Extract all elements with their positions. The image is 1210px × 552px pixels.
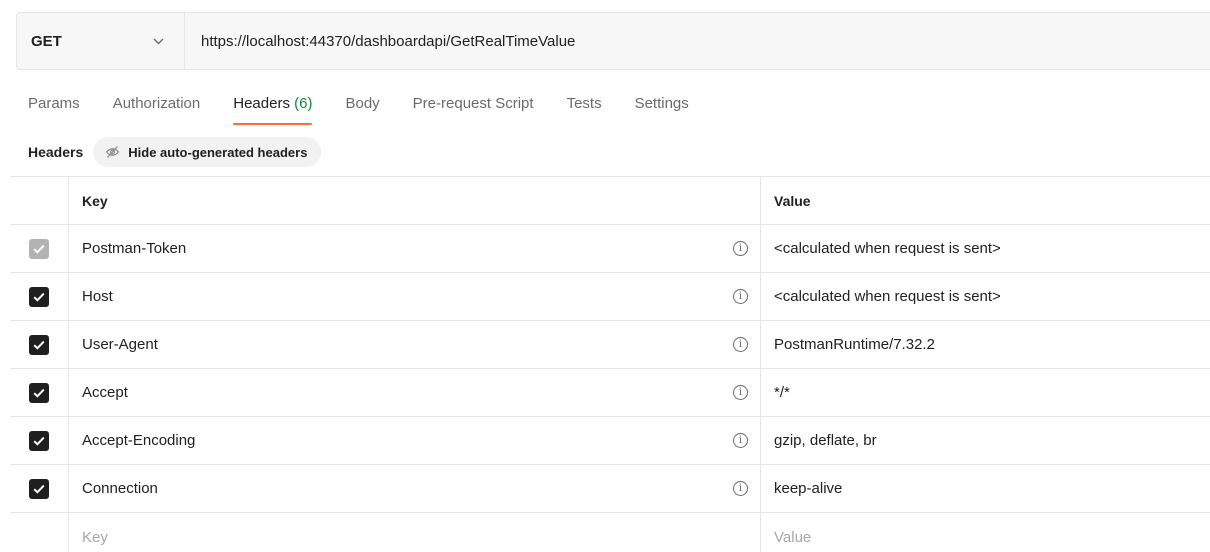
header-key-cell[interactable]: Connection i <box>69 465 761 512</box>
row-checkbox-cell <box>10 369 69 416</box>
checkbox[interactable] <box>29 286 49 307</box>
tab-tests[interactable]: Tests <box>567 92 602 128</box>
info-icon[interactable]: i <box>733 481 748 496</box>
tab-settings[interactable]: Settings <box>635 92 689 128</box>
tab-label: Headers <box>233 95 290 112</box>
hide-button-label: Hide auto-generated headers <box>128 144 308 160</box>
header-key: Accept-Encoding <box>82 432 196 449</box>
info-icon[interactable]: i <box>733 289 748 304</box>
header-value: <calculated when request is sent> <box>774 240 1001 257</box>
header-value-cell[interactable]: <calculated when request is sent> <box>761 225 1210 272</box>
request-url-bar: GET https://localhost:44370/dashboardapi… <box>16 12 1210 70</box>
header-value-cell[interactable]: gzip, deflate, br <box>761 417 1210 464</box>
tab-authorization[interactable]: Authorization <box>113 92 201 128</box>
headers-subheader: Headers Hide auto-generated headers <box>28 137 322 167</box>
table-row: Accept i */* <box>10 369 1210 417</box>
row-checkbox-cell <box>10 273 69 320</box>
chevron-down-icon <box>153 38 164 45</box>
checkbox[interactable] <box>29 478 49 499</box>
value-column-header: Value <box>774 192 811 209</box>
checkbox[interactable] <box>29 430 49 451</box>
table-row: Connection i keep-alive <box>10 465 1210 513</box>
header-key: Accept <box>82 384 128 401</box>
checkbox-disabled <box>29 238 49 259</box>
table-row: Host i <calculated when request is sent> <box>10 273 1210 321</box>
request-tabs: Params Authorization Headers (6) Body Pr… <box>28 92 722 128</box>
tab-label: Authorization <box>112 95 201 112</box>
header-value-cell[interactable]: keep-alive <box>761 465 1210 512</box>
header-value: */* <box>774 384 790 401</box>
new-key-input[interactable]: Key <box>69 513 761 552</box>
table-row: Accept-Encoding i gzip, deflate, br <box>10 417 1210 465</box>
tab-label: Pre-request Script <box>412 95 534 112</box>
checkbox[interactable] <box>29 382 49 403</box>
checkbox[interactable] <box>29 334 49 355</box>
tab-count-badge: (6) <box>294 95 313 112</box>
row-checkbox-cell <box>10 225 69 272</box>
eye-off-icon <box>105 146 120 158</box>
tab-label: Body <box>345 95 380 112</box>
tab-label: Params <box>28 95 80 112</box>
tab-label: Settings <box>634 95 689 112</box>
key-placeholder: Key <box>82 528 108 546</box>
headers-table: Key Value Postman-Token i <calculated wh… <box>10 176 1210 552</box>
hide-auto-generated-button[interactable]: Hide auto-generated headers <box>93 137 322 167</box>
info-icon[interactable]: i <box>733 241 748 256</box>
new-header-row: Key Value <box>10 513 1210 552</box>
tab-body[interactable]: Body <box>345 92 379 128</box>
row-checkbox-cell <box>10 417 69 464</box>
key-column-header: Key <box>69 177 761 224</box>
info-icon[interactable]: i <box>733 337 748 352</box>
header-key-cell[interactable]: Accept i <box>69 369 761 416</box>
method-select[interactable]: GET <box>17 13 185 69</box>
table-header-row: Key Value <box>10 177 1210 225</box>
header-value: keep-alive <box>774 480 843 497</box>
header-key: Connection <box>82 480 158 497</box>
checkbox-column-header <box>10 177 69 224</box>
header-key: Postman-Token <box>82 240 187 257</box>
tab-pre-request-script[interactable]: Pre-request Script <box>413 92 534 128</box>
table-row: Postman-Token i <calculated when request… <box>10 225 1210 273</box>
header-value-cell[interactable]: <calculated when request is sent> <box>761 273 1210 320</box>
row-checkbox-cell <box>10 513 69 552</box>
table-row: User-Agent i PostmanRuntime/7.32.2 <box>10 321 1210 369</box>
row-checkbox-cell <box>10 465 69 512</box>
header-key: User-Agent <box>82 336 158 353</box>
header-value-cell[interactable]: PostmanRuntime/7.32.2 <box>761 321 1210 368</box>
url-input[interactable]: https://localhost:44370/dashboardapi/Get… <box>185 33 575 50</box>
header-key-cell[interactable]: Accept-Encoding i <box>69 417 761 464</box>
header-key-cell[interactable]: User-Agent i <box>69 321 761 368</box>
info-icon[interactable]: i <box>733 385 748 400</box>
header-value: <calculated when request is sent> <box>774 288 1001 305</box>
tab-params[interactable]: Params <box>28 92 80 128</box>
new-value-input[interactable]: Value <box>761 513 1210 552</box>
row-checkbox-cell <box>10 321 69 368</box>
info-icon[interactable]: i <box>733 433 748 448</box>
header-key-cell[interactable]: Host i <box>69 273 761 320</box>
tab-label: Tests <box>566 95 602 112</box>
header-value-cell[interactable]: */* <box>761 369 1210 416</box>
section-title: Headers <box>28 144 84 160</box>
header-key-cell[interactable]: Postman-Token i <box>69 225 761 272</box>
value-placeholder: Value <box>774 528 812 546</box>
header-value: gzip, deflate, br <box>774 432 877 449</box>
method-label: GET <box>31 32 62 50</box>
header-value: PostmanRuntime/7.32.2 <box>774 336 935 353</box>
header-key: Host <box>82 288 113 305</box>
tab-headers[interactable]: Headers (6) <box>233 92 313 128</box>
